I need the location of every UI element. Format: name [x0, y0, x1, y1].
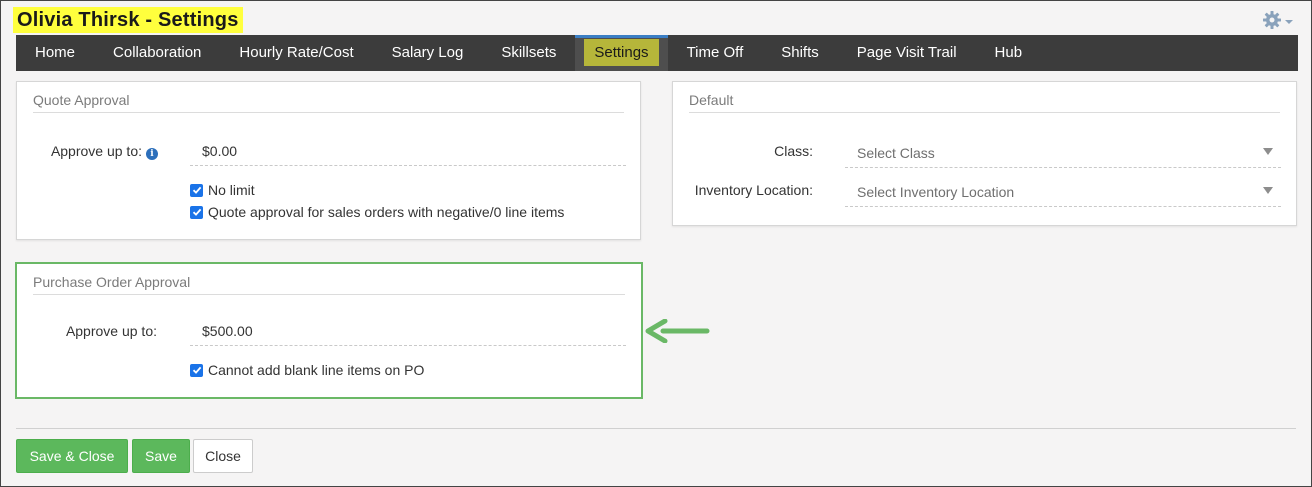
divider — [689, 112, 1280, 113]
dropdown-caret-icon — [1263, 148, 1273, 155]
close-button[interactable]: Close — [193, 439, 253, 473]
dropdown-caret-icon — [1263, 187, 1273, 194]
tab-shifts[interactable]: Shifts — [762, 35, 838, 71]
class-select-value: Select Class — [857, 145, 935, 161]
class-label: Class: — [774, 143, 813, 159]
quote-approve-amount-field[interactable]: $0.00 — [190, 136, 626, 166]
tab-page-visit-trail[interactable]: Page Visit Trail — [838, 35, 976, 71]
quote-approval-panel: Quote Approval Approve up to: i $0.00 No … — [16, 81, 641, 240]
purchase-order-approval-title: Purchase Order Approval — [33, 274, 191, 290]
gear-icon — [1263, 11, 1281, 29]
tab-settings[interactable]: Settings — [575, 35, 668, 71]
po-approve-label: Approve up to: — [65, 323, 157, 339]
divider — [33, 112, 624, 113]
inventory-location-select[interactable]: Select Inventory Location — [845, 175, 1281, 207]
negative-line-items-checkbox-row[interactable]: Quote approval for sales orders with neg… — [190, 204, 564, 220]
quote-approval-title: Quote Approval — [33, 92, 130, 108]
tab-home[interactable]: Home — [16, 35, 94, 71]
quote-approve-label: Approve up to: i — [51, 143, 158, 160]
negative-line-items-label: Quote approval for sales orders with neg… — [208, 204, 565, 220]
tab-bar: Home Collaboration Hourly Rate/Cost Sala… — [16, 35, 1298, 71]
page-title: Olivia Thirsk - Settings — [13, 7, 243, 33]
chevron-down-icon — [1285, 19, 1293, 24]
checkmark-icon — [192, 186, 201, 194]
divider — [33, 294, 625, 295]
default-title: Default — [689, 92, 734, 108]
info-icon[interactable]: i — [146, 148, 158, 160]
inventory-location-label: Inventory Location: — [694, 182, 813, 198]
save-button[interactable]: Save — [132, 439, 190, 473]
no-limit-checkbox[interactable] — [190, 183, 203, 197]
blank-line-items-checkbox-row[interactable]: Cannot add blank line items on PO — [190, 362, 424, 378]
tab-hub[interactable]: Hub — [976, 35, 1042, 71]
tab-time-off[interactable]: Time Off — [668, 35, 763, 71]
checkmark-icon — [192, 208, 201, 216]
checkmark-icon — [192, 366, 201, 374]
footer-divider — [16, 428, 1296, 429]
purchase-order-approval-panel: Purchase Order Approval Approve up to: $… — [15, 262, 643, 399]
no-limit-label: No limit — [208, 182, 255, 198]
quote-approve-label-text: Approve up to: — [50, 143, 142, 159]
blank-line-items-label: Cannot add blank line items on PO — [208, 362, 425, 378]
save-and-close-button[interactable]: Save & Close — [16, 439, 128, 473]
class-select[interactable]: Select Class — [845, 136, 1281, 168]
tab-hourly-rate-cost[interactable]: Hourly Rate/Cost — [220, 35, 372, 71]
tab-skillsets[interactable]: Skillsets — [482, 35, 575, 71]
no-limit-checkbox-row[interactable]: No limit — [190, 182, 255, 198]
tab-settings-label: Settings — [584, 39, 659, 66]
negative-line-items-checkbox[interactable] — [190, 205, 203, 219]
settings-window: Olivia Thirsk - Settings Home Collaborat… — [0, 0, 1312, 487]
blank-line-items-checkbox[interactable] — [190, 363, 203, 377]
po-approve-amount-field[interactable]: $500.00 — [190, 316, 626, 346]
inventory-location-select-value: Select Inventory Location — [857, 184, 1015, 200]
default-panel: Default Class: Select Class Inventory Lo… — [672, 81, 1297, 226]
callout-arrow-icon — [645, 319, 710, 343]
tab-collaboration[interactable]: Collaboration — [94, 35, 220, 71]
settings-menu[interactable] — [1262, 10, 1293, 30]
tab-salary-log[interactable]: Salary Log — [373, 35, 483, 71]
